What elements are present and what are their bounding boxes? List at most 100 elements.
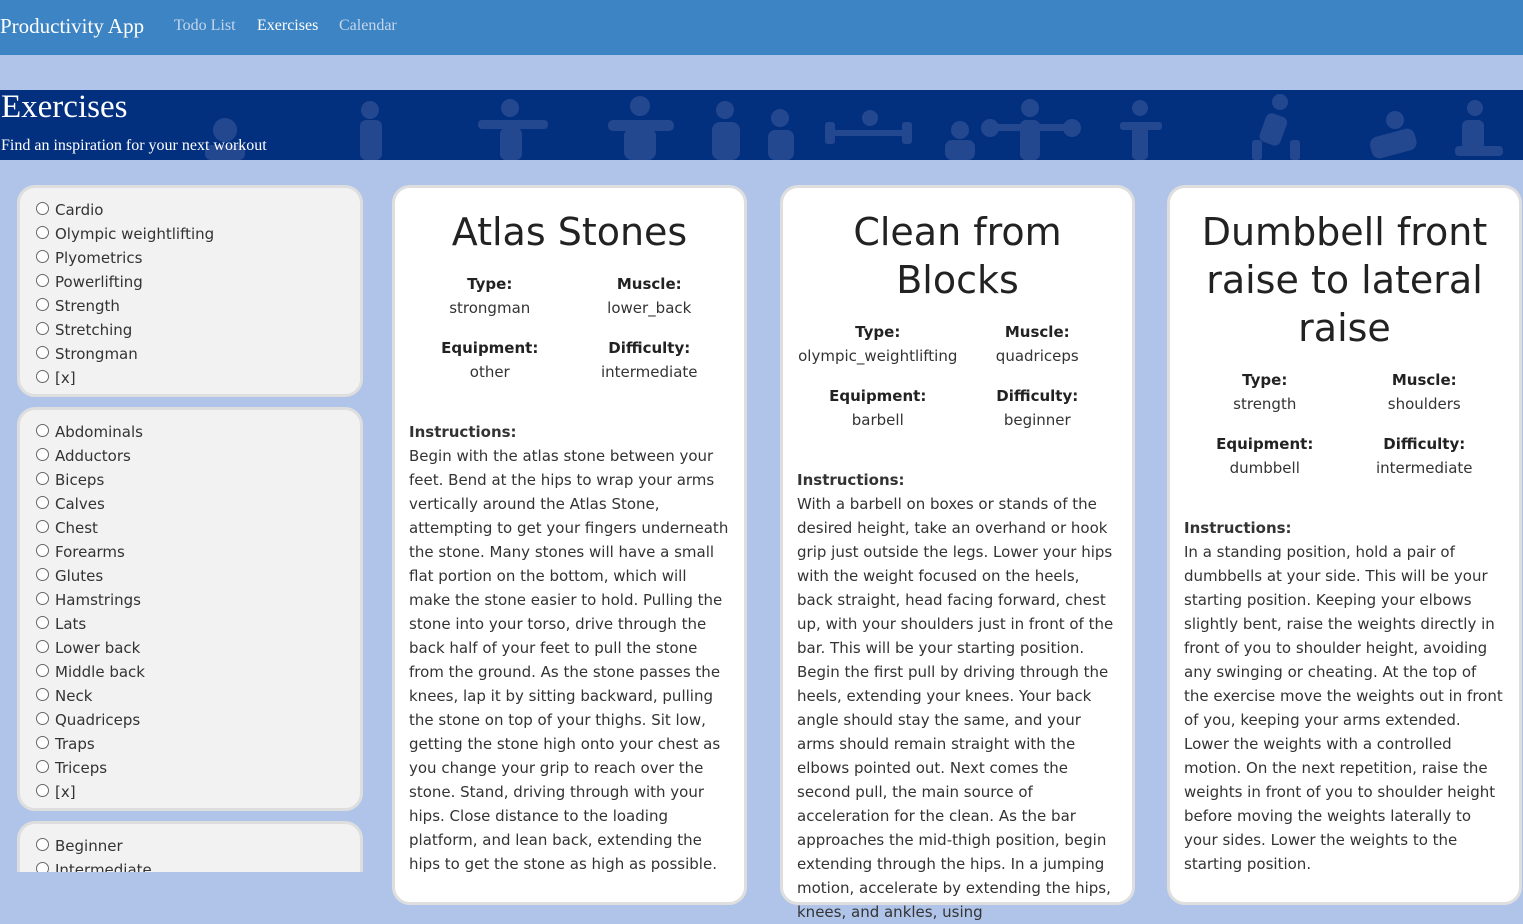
page-title: Exercises: [1, 90, 128, 125]
difficulty-filter-option-beginner[interactable]: Beginner: [36, 834, 360, 858]
exercise-title: Clean from Blocks: [853, 210, 1062, 302]
option-label: Beginner: [55, 837, 123, 855]
instructions-label: Instructions:: [409, 423, 517, 441]
instructions-text: Begin with the atlas stone between your …: [409, 447, 729, 873]
muscle-filter-option-lats[interactable]: Lats: [36, 612, 360, 636]
muscle-filter-option-triceps[interactable]: Triceps: [36, 756, 360, 780]
radio-button[interactable]: [36, 735, 49, 749]
muscle-filter-option-hamstrings[interactable]: Hamstrings: [36, 588, 360, 612]
muscle-filter-option-traps[interactable]: Traps: [36, 732, 360, 756]
muscle-filter-option-chest[interactable]: Chest: [36, 516, 360, 540]
radio-button[interactable]: [36, 711, 49, 725]
option-label: Powerlifting: [55, 273, 143, 291]
type-value: strength: [1233, 395, 1297, 413]
option-label: Abdominals: [55, 423, 143, 441]
muscle-filter-option-forearms[interactable]: Forearms: [36, 540, 360, 564]
radio-button[interactable]: [36, 519, 49, 533]
equipment-label: Equipment:: [829, 387, 927, 405]
instructions: Instructions: Begin with the atlas stone…: [409, 420, 730, 876]
difficulty-label: Difficulty:: [608, 339, 691, 357]
radio-button[interactable]: [36, 591, 49, 605]
radio-button[interactable]: [36, 639, 49, 653]
muscle-filter-option-glutes[interactable]: Glutes: [36, 564, 360, 588]
nav-link-exercises[interactable]: Exercises: [257, 17, 318, 35]
radio-button[interactable]: [36, 759, 49, 773]
difficulty-value: beginner: [1003, 411, 1071, 429]
radio-button[interactable]: [36, 837, 49, 851]
option-label: Triceps: [55, 759, 108, 777]
type-filter-option-strongman[interactable]: Strongman: [36, 342, 360, 366]
muscle-filter-option-lower-back[interactable]: Lower back: [36, 636, 360, 660]
radio-button[interactable]: [36, 345, 49, 359]
instructions: Instructions: With a barbell on boxes or…: [797, 468, 1118, 924]
radio-button[interactable]: [36, 297, 49, 311]
option-label: Plyometrics: [55, 249, 143, 267]
type-filter-panel: Cardio Olympic weightlifting Plyometrics…: [17, 185, 363, 397]
muscle-value: shoulders: [1387, 395, 1461, 413]
exercise-title: Atlas Stones: [451, 210, 688, 254]
muscle-filter-panel: Abdominals Adductors Biceps Calves Chest…: [17, 407, 363, 811]
hero-banner: Exercises Find an inspiration for your n…: [0, 90, 1523, 160]
option-label: Middle back: [55, 663, 145, 681]
radio-button[interactable]: [36, 423, 49, 437]
radio-button[interactable]: [36, 783, 49, 797]
radio-button[interactable]: [36, 369, 49, 383]
radio-button[interactable]: [36, 663, 49, 677]
exercise-card: Dumbbell front raise to lateral raise Ty…: [1167, 185, 1522, 905]
muscle-label: Muscle:: [1004, 323, 1070, 341]
radio-button[interactable]: [36, 471, 49, 485]
type-filter-option-cardio[interactable]: Cardio: [36, 198, 360, 222]
radio-button[interactable]: [36, 225, 49, 239]
option-label: Intermediate: [55, 861, 152, 872]
radio-button[interactable]: [36, 495, 49, 509]
muscle-filter-option-middle-back[interactable]: Middle back: [36, 660, 360, 684]
exercise-details: Type: olympic_weightlifting Muscle: quadri…: [798, 320, 1117, 432]
equipment-label: Equipment:: [1216, 435, 1314, 453]
difficulty-label: Difficulty:: [1383, 435, 1466, 453]
muscle-filter-option-abdominals[interactable]: Abdominals: [36, 420, 360, 444]
option-label: Glutes: [55, 567, 104, 585]
radio-button[interactable]: [36, 567, 49, 581]
type-filter-option-plyometrics[interactable]: Plyometrics: [36, 246, 360, 270]
type-value: olympic_weightlifting: [798, 347, 958, 365]
radio-button[interactable]: [36, 447, 49, 461]
radio-button[interactable]: [36, 201, 49, 215]
radio-button[interactable]: [36, 615, 49, 629]
type-value: strongman: [449, 299, 531, 317]
radio-button[interactable]: [36, 543, 49, 557]
exercise-card: Clean from Blocks Type: olympic_weightlif…: [780, 185, 1135, 921]
nav-link-calendar[interactable]: Calendar: [339, 17, 397, 35]
equipment-value: other: [469, 363, 510, 381]
type-filter-option-strength[interactable]: Strength: [36, 294, 360, 318]
option-label: Adductors: [55, 447, 131, 465]
radio-button[interactable]: [36, 687, 49, 701]
type-filter-option-olympic-weightlifting[interactable]: Olympic weightlifting: [36, 222, 360, 246]
option-label: Strongman: [55, 345, 138, 363]
option-label: Forearms: [55, 543, 125, 561]
option-label: Strength: [55, 297, 120, 315]
type-label: Type:: [855, 323, 901, 341]
type-filter-option-powerlifting[interactable]: Powerlifting: [36, 270, 360, 294]
option-label: Quadriceps: [55, 711, 141, 729]
muscle-filter-option-quadriceps[interactable]: Quadriceps: [36, 708, 360, 732]
instructions-label: Instructions:: [797, 471, 905, 489]
instructions: Instructions: In a standing position, ho…: [1184, 516, 1505, 876]
option-label: Stretching: [55, 321, 133, 339]
muscle-filter-option-biceps[interactable]: Biceps: [36, 468, 360, 492]
type-filter-option-clear[interactable]: [x]: [36, 366, 360, 390]
radio-button[interactable]: [36, 249, 49, 263]
app-brand[interactable]: Productivity App: [0, 14, 144, 39]
muscle-filter-option-calves[interactable]: Calves: [36, 492, 360, 516]
muscle-label: Muscle:: [616, 275, 682, 293]
muscle-filter-option-clear[interactable]: [x]: [36, 780, 360, 804]
option-label: Traps: [55, 735, 95, 753]
nav-link-todo-list[interactable]: Todo List: [174, 17, 236, 35]
difficulty-filter-option-intermediate[interactable]: Intermediate: [36, 858, 360, 872]
type-filter-option-stretching[interactable]: Stretching: [36, 318, 360, 342]
muscle-filter-option-adductors[interactable]: Adductors: [36, 444, 360, 468]
radio-button[interactable]: [36, 273, 49, 287]
page-subtitle: Find an inspiration for your next workou…: [1, 137, 267, 154]
muscle-filter-option-neck[interactable]: Neck: [36, 684, 360, 708]
radio-button[interactable]: [36, 321, 49, 335]
radio-button[interactable]: [36, 861, 49, 872]
